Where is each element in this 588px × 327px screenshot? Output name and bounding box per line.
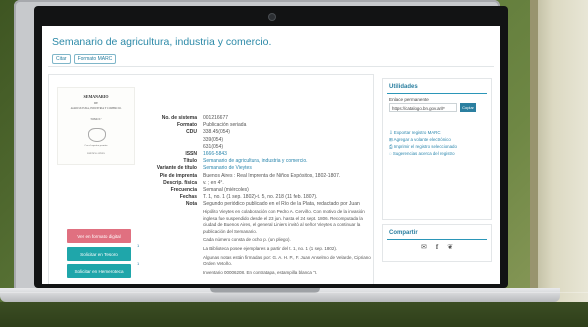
utilities-panel: Utilidades Enlace permanente https://cat… — [382, 78, 492, 220]
cover-permission: Con el superior permiso — [84, 144, 108, 147]
divider — [48, 66, 494, 67]
export-marc-link[interactable]: ⇩ Exportar registro MARC — [389, 129, 457, 136]
cover-thumbnail[interactable]: SEMANARIO DE AGRICULTURA, INDUSTRIA Y CO… — [57, 87, 135, 165]
glare — [0, 292, 588, 293]
field-label: No. de sistema — [161, 115, 197, 121]
cover-emblem-icon — [88, 128, 106, 142]
info-marker: 1 — [137, 243, 140, 248]
field-row: CDU 338.45(054) — [135, 129, 385, 136]
note-paragraph: Inventario 00006208. En contratapa, esta… — [203, 269, 318, 275]
share-icons: ✉ f ❦ — [421, 243, 453, 251]
record-fields: No. de sistema 001216677 Formato Publicaci… — [135, 115, 385, 209]
field-label: Formato — [177, 122, 197, 129]
link-label: Sugerencias acerca del registro — [392, 151, 455, 156]
field-label: Fechas — [179, 194, 197, 201]
notes-text: Hipólito Vieytes en colaboración con Ped… — [203, 209, 373, 278]
field-label: Pie de imprenta — [159, 172, 197, 179]
field-value: T. 1, no. 1 (1 sep. 1802)-t. 5, no. 218 … — [203, 194, 318, 201]
view-digital-button[interactable]: Ver en formato digital — [67, 229, 131, 243]
divider — [387, 239, 487, 240]
copy-button[interactable]: Copiar — [460, 103, 476, 112]
field-label: CDU — [186, 129, 197, 136]
link-label: Imprimir el registro seleccionado — [393, 144, 457, 149]
field-label: Variante de título — [156, 165, 197, 172]
laptop-lid: Semanario de agricultura, industria y co… — [14, 0, 508, 292]
field-label: ISSN — [185, 151, 197, 158]
field-label — [135, 144, 203, 151]
field-row: Pie de imprenta Buenos Aires : Real Impre… — [135, 173, 385, 180]
issn-link[interactable]: 1666-5843 — [203, 151, 227, 158]
field-row: ISSN 1666-5843 — [135, 151, 385, 158]
share-title: Compartir — [389, 230, 418, 236]
field-row: Descrip. física v. ; en 4°. — [135, 180, 385, 187]
field-row: Nota Segundo periódico publicado en el Rí… — [135, 201, 385, 208]
marc-format-button[interactable]: Formato MARC — [73, 54, 117, 64]
note-paragraph: Hipólito Vieytes en colaboración con Ped… — [203, 209, 365, 234]
field-row: Título Semanario de agricultura, industri… — [135, 158, 385, 165]
cite-button[interactable]: Citar — [52, 54, 71, 64]
utilities-title: Utilidades — [389, 84, 418, 90]
field-row: Formato Publicación seriada — [135, 122, 385, 129]
link-label: Exportar registro MARC — [393, 130, 441, 135]
cover-subtitle: AGRICULTURA, INDUSTRIA Y COMERCIO. — [70, 107, 122, 110]
field-row: 631(054) — [135, 144, 385, 151]
field-label: Frecuencia — [170, 187, 197, 194]
share-panel: Compartir ✉ f ❦ — [382, 224, 492, 262]
field-value: Buenos Aires : Real Imprenta de Niños Ex… — [203, 172, 341, 179]
field-label: Nota — [185, 201, 197, 208]
field-value: 338.45(054) — [203, 129, 230, 136]
record-panel: SEMANARIO DE AGRICULTURA, INDUSTRIA Y CO… — [48, 74, 374, 284]
variant-title-link[interactable]: Semanario de Vieytes — [203, 165, 252, 172]
cover-volume: TOMO I.º — [90, 118, 102, 121]
field-row: Variante de título Semanario de Vieytes — [135, 165, 385, 172]
field-label: Descrip. física — [163, 179, 197, 186]
cover-de: DE — [94, 101, 98, 105]
laptop-screen: Semanario de agricultura, industria y co… — [42, 26, 500, 284]
divider — [387, 93, 487, 94]
twitter-icon[interactable]: ❦ — [447, 243, 453, 251]
add-to-list-link[interactable]: ⊞ Agregar a volante electrónico — [389, 136, 457, 143]
field-row: 339(054) — [135, 137, 385, 144]
field-value: Semanal (miércoles) — [203, 187, 249, 194]
info-marker: 1 — [137, 261, 140, 266]
field-row: Frecuencia Semanal (miércoles) — [135, 187, 385, 194]
cover-title: SEMANARIO — [83, 94, 109, 99]
field-value: 001216677 — [203, 115, 229, 121]
field-label — [135, 137, 203, 144]
note-paragraph: Cada número consta de ocho p. (un pliego… — [203, 237, 291, 243]
email-icon[interactable]: ✉ — [421, 243, 427, 251]
background-wall — [530, 0, 588, 327]
note-paragraph: La Biblioteca posee ejemplares a partir … — [203, 245, 338, 251]
record-toolbar: Citar Formato MARC — [52, 54, 117, 64]
page-title: Semanario de agricultura, industria y co… — [52, 36, 272, 48]
webcam-icon — [269, 14, 275, 20]
title-link[interactable]: Semanario de agricultura, industria y co… — [203, 158, 308, 165]
facebook-icon[interactable]: f — [436, 243, 438, 251]
permalink-label: Enlace permanente — [389, 97, 429, 102]
field-value: Segundo periódico publicado en el Río de… — [203, 201, 360, 208]
print-record-link[interactable]: ⎙ Imprimir el registro seleccionado — [389, 143, 457, 150]
note-paragraph: Algunas notas están firmadas por: G. A. … — [203, 254, 371, 267]
request-hemeroteca-button[interactable]: Solicitar en Hemeroteca — [67, 264, 131, 278]
table-surface — [0, 302, 588, 327]
field-value: v. ; en 4°. — [203, 179, 224, 186]
field-value: 631(054) — [203, 143, 224, 150]
field-row: Fechas T. 1, no. 1 (1 sep. 1802)-t. 5, no… — [135, 194, 385, 201]
field-value: 339(054) — [203, 136, 224, 143]
link-label: Agregar a volante electrónico — [393, 137, 451, 142]
suggestions-link[interactable]: ◌ Sugerencias acerca del registro — [389, 150, 457, 157]
permalink-field[interactable]: https://catalogo.bn.gov.ar/F — [389, 103, 457, 112]
field-label: Título — [183, 158, 197, 165]
utilities-links: ⇩ Exportar registro MARC ⊞ Agregar a vol… — [389, 129, 457, 157]
field-value: Publicación seriada — [203, 122, 247, 129]
request-tesoro-button[interactable]: Solicitar en Tesoro — [67, 247, 131, 261]
cover-city: BUENOS AYRES — [87, 152, 105, 155]
field-row: No. de sistema 001216677 — [135, 115, 385, 122]
